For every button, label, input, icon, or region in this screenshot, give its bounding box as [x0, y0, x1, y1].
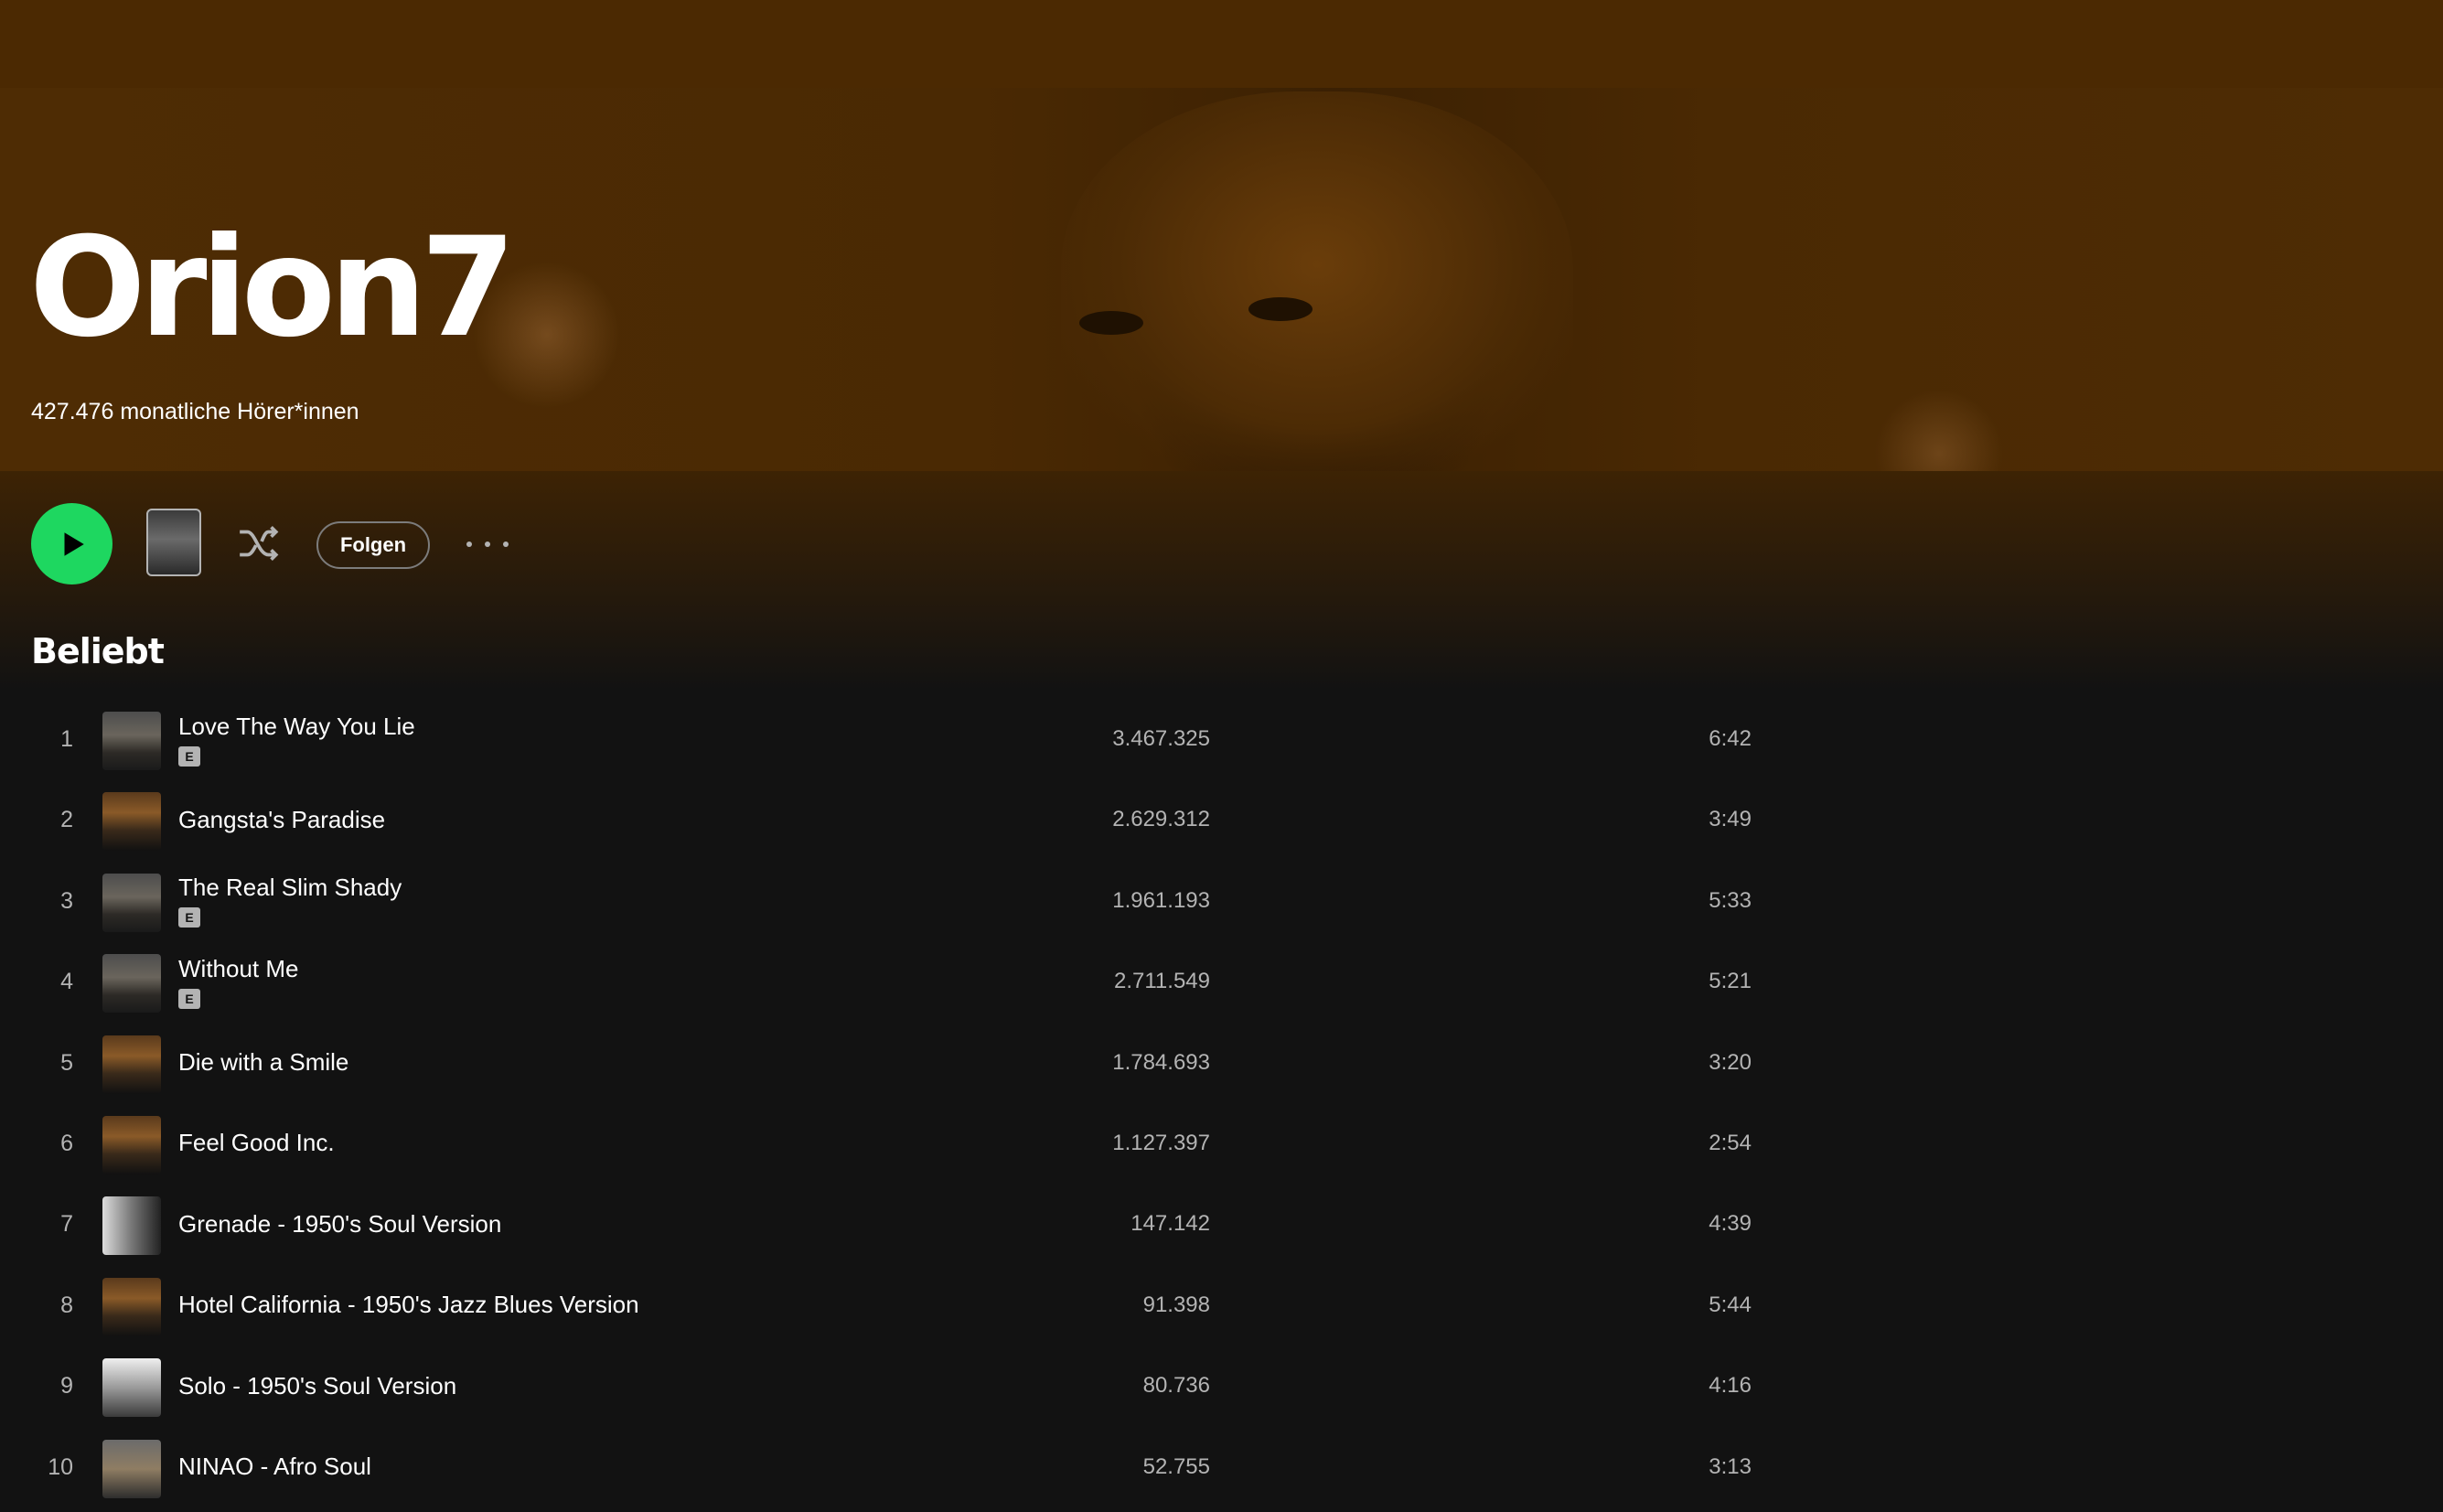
track-number: 5 — [60, 1049, 73, 1076]
track-title[interactable]: Solo - 1950's Soul Version — [178, 1372, 456, 1400]
artist-portrait — [1061, 91, 1573, 471]
track-number: 1 — [60, 726, 73, 752]
popular-track-list: 1 Love The Way You Lie E 3.467.325 6:42 … — [0, 699, 2443, 1507]
preview-thumbnail[interactable] — [146, 509, 201, 576]
track-cover-art — [102, 792, 161, 852]
track-play-count: 52.755 — [1142, 1453, 1210, 1479]
shuffle-icon — [240, 525, 279, 562]
track-play-count: 1.127.397 — [1112, 1130, 1210, 1155]
track-play-count: 3.467.325 — [1112, 726, 1210, 751]
more-options-icon — [503, 542, 509, 547]
track-number: 2 — [60, 807, 73, 833]
track-title[interactable]: Hotel California - 1950's Jazz Blues Ver… — [178, 1291, 639, 1319]
track-play-count: 1.784.693 — [1112, 1049, 1210, 1075]
play-icon — [64, 531, 84, 556]
action-bar: Folgen — [0, 503, 732, 587]
explicit-badge: E — [178, 988, 200, 1009]
track-row[interactable]: 10 NINAO - Afro Soul 52.755 3:13 — [0, 1427, 2443, 1507]
artist-header: Orion7 427.476 monatliche Hörer*innen — [0, 0, 2443, 471]
more-options-icon — [485, 542, 490, 547]
track-number: 4 — [60, 969, 73, 995]
track-number: 7 — [60, 1211, 73, 1238]
track-row[interactable]: 7 Grenade - 1950's Soul Version 147.142 … — [0, 1184, 2443, 1264]
track-cover-art — [102, 1115, 161, 1174]
track-play-count: 91.398 — [1142, 1292, 1210, 1317]
track-row[interactable]: 6 Feel Good Inc. 1.127.397 2:54 — [0, 1103, 2443, 1184]
track-cover-art — [102, 1196, 161, 1256]
track-row[interactable]: 8 Hotel California - 1950's Jazz Blues V… — [0, 1265, 2443, 1346]
track-duration: 3:13 — [1709, 1453, 1752, 1479]
track-title[interactable]: Die with a Smile — [178, 1048, 348, 1077]
monthly-listeners: 427.476 monatliche Hörer*innen — [31, 399, 359, 424]
track-row[interactable]: 9 Solo - 1950's Soul Version 80.736 4:16 — [0, 1346, 2443, 1426]
track-title[interactable]: Love The Way You Lie — [178, 713, 415, 741]
track-row[interactable]: 4 Without Me E 2.711.549 5:21 — [0, 941, 2443, 1022]
portrait-detail — [1079, 311, 1143, 335]
more-options-button[interactable] — [466, 531, 509, 558]
track-cover-art — [102, 873, 161, 932]
track-play-count: 2.629.312 — [1112, 807, 1210, 832]
track-number: 9 — [60, 1373, 73, 1399]
track-row[interactable]: 2 Gangsta's Paradise 2.629.312 3:49 — [0, 779, 2443, 860]
track-cover-art — [102, 1358, 161, 1418]
shuffle-button[interactable] — [234, 520, 284, 566]
track-row[interactable]: 3 The Real Slim Shady E 1.961.193 5:33 — [0, 861, 2443, 941]
track-title[interactable]: Gangsta's Paradise — [178, 806, 385, 834]
track-play-count: 147.142 — [1130, 1211, 1210, 1237]
track-title[interactable]: Feel Good Inc. — [178, 1129, 335, 1157]
track-number: 8 — [60, 1292, 73, 1318]
more-options-icon — [466, 542, 472, 547]
track-duration: 5:44 — [1709, 1292, 1752, 1317]
track-number: 3 — [60, 887, 73, 914]
track-number: 10 — [48, 1453, 73, 1480]
track-title[interactable]: The Real Slim Shady — [178, 874, 402, 902]
track-play-count: 2.711.549 — [1114, 969, 1210, 994]
track-duration: 3:49 — [1709, 807, 1752, 832]
track-row[interactable]: 5 Die with a Smile 1.784.693 3:20 — [0, 1023, 2443, 1103]
top-bar — [0, 0, 2443, 88]
track-title[interactable]: Grenade - 1950's Soul Version — [178, 1210, 501, 1239]
track-duration: 5:33 — [1709, 887, 1752, 913]
track-title[interactable]: NINAO - Afro Soul — [178, 1453, 371, 1481]
track-duration: 4:39 — [1709, 1211, 1752, 1237]
artist-name: Orion7 — [29, 209, 516, 368]
section-title-popular: Beliebt — [31, 631, 165, 671]
track-duration: 6:42 — [1709, 726, 1752, 751]
portrait-detail — [1248, 297, 1313, 321]
track-play-count: 80.736 — [1142, 1373, 1210, 1399]
follow-button[interactable]: Folgen — [316, 521, 430, 569]
track-duration: 5:21 — [1709, 969, 1752, 994]
track-duration: 2:54 — [1709, 1130, 1752, 1155]
track-cover-art — [102, 954, 161, 1013]
track-duration: 4:16 — [1709, 1373, 1752, 1399]
track-play-count: 1.961.193 — [1112, 887, 1210, 913]
track-duration: 3:20 — [1709, 1049, 1752, 1075]
track-row[interactable]: 1 Love The Way You Lie E 3.467.325 6:42 — [0, 699, 2443, 779]
play-button[interactable] — [31, 503, 113, 584]
explicit-badge: E — [178, 745, 200, 767]
track-cover-art — [102, 712, 161, 770]
track-title[interactable]: Without Me — [178, 955, 299, 983]
track-number: 6 — [60, 1130, 73, 1156]
track-cover-art — [102, 1277, 161, 1336]
track-cover-art — [102, 1035, 161, 1094]
track-cover-art — [102, 1439, 161, 1498]
explicit-badge: E — [178, 907, 200, 928]
